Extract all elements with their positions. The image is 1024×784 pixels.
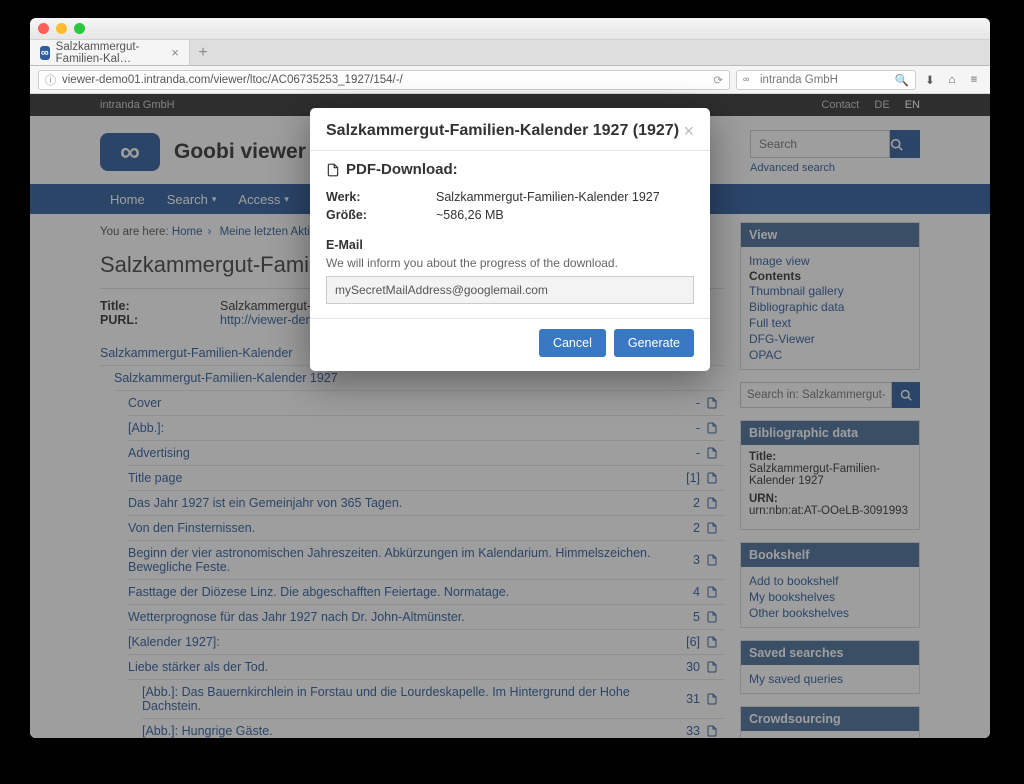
email-input[interactable]	[326, 276, 694, 304]
tab-close-icon[interactable]: ×	[171, 45, 179, 60]
generate-button[interactable]: Generate	[614, 329, 694, 357]
reload-icon[interactable]: ⟳	[713, 73, 723, 87]
browser-tabstrip: ∞ Salzkammergut-Familien-Kal… × +	[30, 40, 990, 66]
search-favicon-icon: ∞	[743, 74, 755, 86]
favicon-icon: ∞	[40, 46, 50, 60]
address-bar[interactable]: ⓘ viewer-demo01.intranda.com/viewer/ltoc…	[38, 70, 730, 90]
browser-search-box[interactable]: ∞ intranda GmbH 🔍	[736, 70, 916, 90]
window-minimize-button[interactable]	[56, 23, 67, 34]
site-info-icon: ⓘ	[45, 72, 56, 88]
modal-title: Salzkammergut-Familien-Kalender 1927 (19…	[326, 122, 679, 140]
window-titlebar	[30, 18, 990, 40]
home-icon[interactable]: ⌂	[944, 74, 960, 86]
browser-toolbar: ⓘ viewer-demo01.intranda.com/viewer/ltoc…	[30, 66, 990, 94]
cancel-button[interactable]: Cancel	[539, 329, 606, 357]
download-icon[interactable]: ⬇	[922, 73, 938, 87]
search-icon: 🔍	[895, 73, 909, 87]
window-zoom-button[interactable]	[74, 23, 85, 34]
browser-tab[interactable]: ∞ Salzkammergut-Familien-Kal… ×	[30, 40, 190, 65]
url-text: viewer-demo01.intranda.com/viewer/ltoc/A…	[62, 74, 403, 86]
file-pdf-icon	[326, 163, 340, 177]
email-hint: We will inform you about the progress of…	[326, 256, 694, 270]
modal-section-title: PDF-Download:	[326, 161, 694, 178]
download-modal: Salzkammergut-Familien-Kalender 1927 (19…	[310, 108, 710, 371]
browser-search-placeholder: intranda GmbH	[760, 74, 838, 86]
menu-icon[interactable]: ≡	[966, 74, 982, 86]
tab-title: Salzkammergut-Familien-Kal…	[56, 41, 166, 65]
browser-window: ∞ Salzkammergut-Familien-Kal… × + ⓘ view…	[30, 18, 990, 738]
modal-close-icon[interactable]: ×	[683, 122, 694, 140]
window-close-button[interactable]	[38, 23, 49, 34]
email-label: E-Mail	[326, 238, 694, 252]
new-tab-button[interactable]: +	[190, 40, 216, 65]
